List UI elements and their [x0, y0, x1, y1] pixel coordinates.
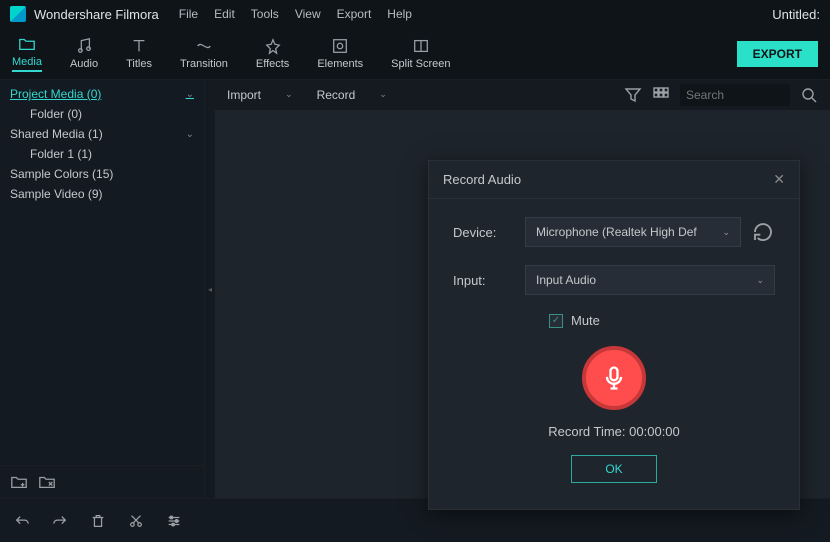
- record-dropdown[interactable]: Record ⌄: [317, 88, 387, 102]
- delete-folder-icon[interactable]: [38, 474, 56, 490]
- dialog-titlebar: Record Audio ✕: [429, 161, 799, 199]
- tab-transition-label: Transition: [180, 58, 228, 70]
- sidebar-item-label: Sample Video (9): [10, 187, 194, 201]
- record-time-label: Record Time:: [548, 424, 625, 439]
- menu-export[interactable]: Export: [337, 7, 372, 21]
- chevron-down-icon: ⌄: [379, 89, 387, 100]
- import-dropdown[interactable]: Import ⌄: [227, 88, 293, 102]
- sidebar-item-folder1[interactable]: Folder 1 (1): [10, 144, 194, 164]
- dialog-title: Record Audio: [443, 172, 521, 187]
- export-button[interactable]: EXPORT: [737, 41, 818, 67]
- search-icon[interactable]: [800, 86, 818, 104]
- chevron-down-icon: ⌄: [285, 89, 293, 100]
- sidebar-item-folder[interactable]: Folder (0): [10, 104, 194, 124]
- titlebar: Wondershare Filmora File Edit Tools View…: [0, 0, 830, 28]
- close-icon[interactable]: ✕: [773, 171, 785, 188]
- tab-effects-label: Effects: [256, 58, 289, 70]
- text-icon: [130, 37, 148, 55]
- filter-icon[interactable]: [624, 86, 642, 104]
- tab-media-label: Media: [12, 56, 42, 72]
- cut-icon[interactable]: [128, 513, 144, 529]
- input-value: Input Audio: [536, 273, 596, 287]
- record-button[interactable]: [582, 346, 646, 410]
- sidebar-item-shared-media[interactable]: Shared Media (1) ⌄: [10, 124, 194, 144]
- input-label: Input:: [453, 273, 525, 288]
- tab-titles-label: Titles: [126, 58, 152, 70]
- microphone-icon: [600, 364, 628, 392]
- toolbar: Media Audio Titles Transition Effects El…: [0, 28, 830, 80]
- chevron-down-icon: ⌄: [186, 89, 194, 100]
- record-time-value: 00:00:00: [629, 424, 680, 439]
- tab-elements-label: Elements: [317, 58, 363, 70]
- menu-edit[interactable]: Edit: [214, 7, 235, 21]
- redo-icon[interactable]: [52, 513, 68, 529]
- transition-icon: [195, 37, 213, 55]
- ok-button[interactable]: OK: [571, 455, 657, 483]
- input-select[interactable]: Input Audio ⌄: [525, 265, 775, 295]
- menu-help[interactable]: Help: [387, 7, 412, 21]
- tab-elements[interactable]: Elements: [317, 37, 363, 70]
- record-audio-dialog: Record Audio ✕ Device: Microphone (Realt…: [428, 160, 800, 510]
- sidebar-item-project-media[interactable]: Project Media (0) ⌄: [10, 84, 194, 104]
- effects-icon: [264, 37, 282, 55]
- search-input[interactable]: [680, 84, 790, 106]
- tab-titles[interactable]: Titles: [126, 37, 152, 70]
- menu-file[interactable]: File: [179, 7, 198, 21]
- app-name: Wondershare Filmora: [34, 7, 159, 22]
- device-label: Device:: [453, 225, 525, 240]
- sidebar-item-sample-video[interactable]: Sample Video (9): [10, 184, 194, 204]
- content-toolbar: Import ⌄ Record ⌄: [215, 80, 830, 110]
- sidebar-item-label: Folder (0): [30, 107, 194, 121]
- sidebar-item-sample-colors[interactable]: Sample Colors (15): [10, 164, 194, 184]
- record-time: Record Time: 00:00:00: [453, 424, 775, 439]
- tab-effects[interactable]: Effects: [256, 37, 289, 70]
- sidebar-item-label: Folder 1 (1): [30, 147, 194, 161]
- tab-audio[interactable]: Audio: [70, 37, 98, 70]
- chevron-down-icon: ⌄: [756, 275, 764, 286]
- menubar: File Edit Tools View Export Help: [179, 7, 412, 21]
- sidebar-item-label: Shared Media (1): [10, 127, 186, 141]
- refresh-icon[interactable]: [751, 220, 775, 244]
- tab-splitscreen-label: Split Screen: [391, 58, 450, 70]
- folder-icon: [18, 35, 36, 53]
- sidebar-item-label: Sample Colors (15): [10, 167, 194, 181]
- delete-icon[interactable]: [90, 513, 106, 529]
- menu-tools[interactable]: Tools: [251, 7, 279, 21]
- music-icon: [75, 37, 93, 55]
- chevron-down-icon: ⌄: [186, 129, 194, 140]
- elements-icon: [331, 37, 349, 55]
- sidebar-item-label: Project Media (0): [10, 87, 186, 101]
- undo-icon[interactable]: [14, 513, 30, 529]
- device-select[interactable]: Microphone (Realtek High Def ⌄: [525, 217, 741, 247]
- record-label: Record: [317, 88, 356, 102]
- sidebar-footer: [0, 465, 204, 498]
- menu-view[interactable]: View: [295, 7, 321, 21]
- document-title: Untitled:: [772, 7, 820, 22]
- mute-label: Mute: [571, 313, 600, 328]
- tab-audio-label: Audio: [70, 58, 98, 70]
- sliders-icon[interactable]: [166, 513, 182, 529]
- tab-splitscreen[interactable]: Split Screen: [391, 37, 450, 70]
- sidebar: Project Media (0) ⌄ Folder (0) Shared Me…: [0, 80, 205, 498]
- new-folder-icon[interactable]: [10, 474, 28, 490]
- mute-checkbox[interactable]: ✓: [549, 314, 563, 328]
- chevron-down-icon: ⌄: [722, 227, 730, 238]
- tab-transition[interactable]: Transition: [180, 37, 228, 70]
- media-tree: Project Media (0) ⌄ Folder (0) Shared Me…: [0, 80, 204, 465]
- app-logo-icon: [10, 6, 26, 22]
- splitscreen-icon: [412, 37, 430, 55]
- import-label: Import: [227, 88, 261, 102]
- grid-view-icon[interactable]: [652, 86, 670, 104]
- tab-media[interactable]: Media: [12, 35, 42, 72]
- device-value: Microphone (Realtek High Def: [536, 225, 697, 239]
- sidebar-collapse-handle[interactable]: ◂: [205, 80, 215, 498]
